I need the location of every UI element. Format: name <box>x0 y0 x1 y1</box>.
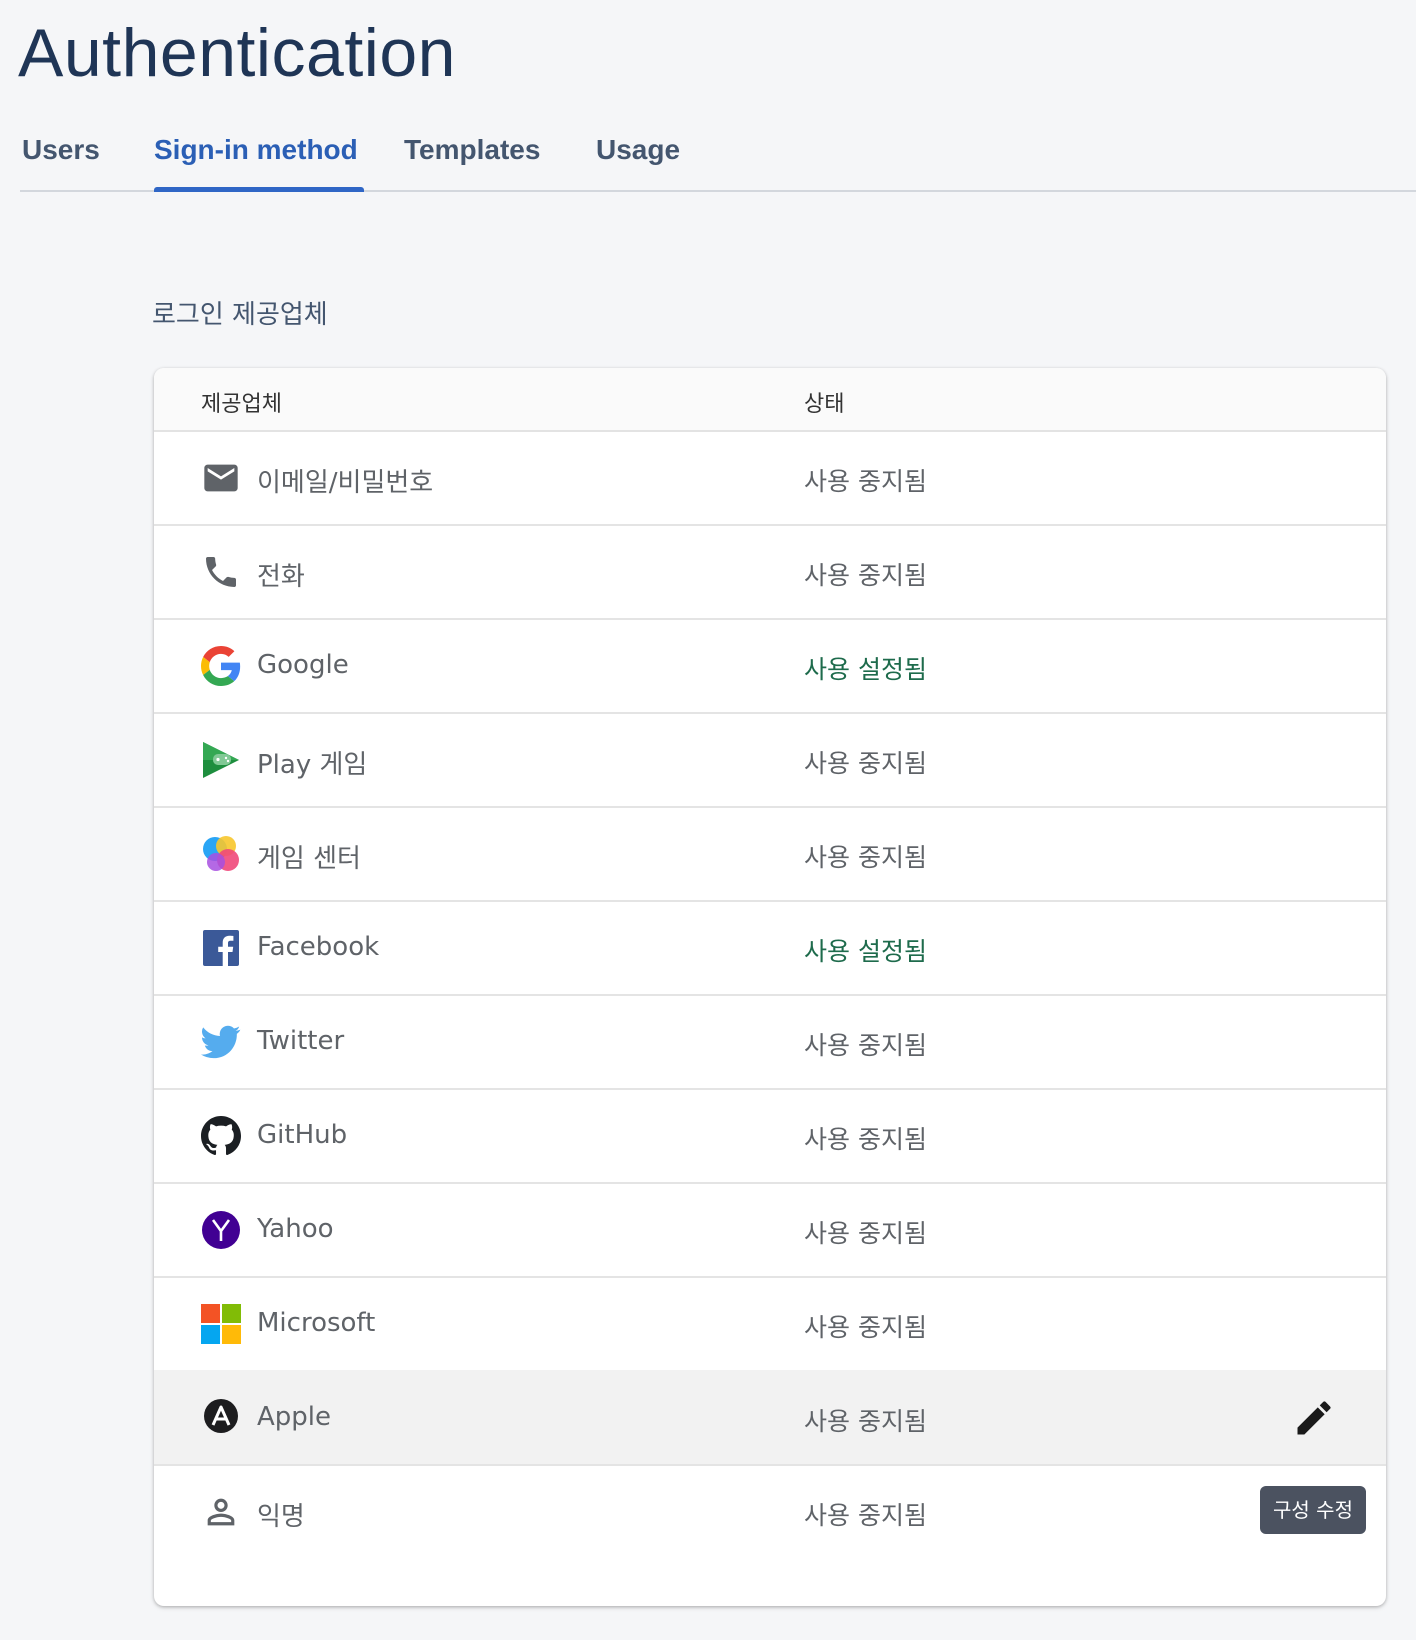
yahoo-icon <box>201 1210 241 1250</box>
tab-usage[interactable]: Usage <box>596 120 680 190</box>
play-games-icon <box>201 740 241 780</box>
status-text: 사용 중지됨 <box>804 1501 927 1530</box>
status-text: 사용 설정됨 <box>804 937 927 966</box>
table-row[interactable]: Google 사용 설정됨 <box>154 618 1386 714</box>
status-text: 사용 중지됨 <box>804 1407 927 1436</box>
provider-name: Twitter <box>257 1026 345 1056</box>
table-row[interactable]: Yahoo 사용 중지됨 <box>154 1182 1386 1278</box>
column-header-provider: 제공업체 <box>201 392 282 417</box>
provider-name: Play 게임 <box>257 750 368 780</box>
provider-name: 익명 <box>257 1502 305 1532</box>
status-text: 사용 중지됨 <box>804 1313 927 1342</box>
active-tab-indicator <box>154 187 364 192</box>
provider-name: Facebook <box>257 932 380 962</box>
table-row[interactable]: Apple 사용 중지됨 <box>154 1370 1386 1466</box>
game-center-icon <box>201 834 241 874</box>
tab-users[interactable]: Users <box>22 120 100 190</box>
table-row[interactable]: Play 게임 사용 중지됨 <box>154 712 1386 808</box>
status-text: 사용 중지됨 <box>804 843 927 872</box>
provider-name: 전화 <box>257 562 305 592</box>
status-text: 사용 중지됨 <box>804 467 927 496</box>
status-text: 사용 설정됨 <box>804 655 927 684</box>
provider-name: Microsoft <box>257 1308 376 1338</box>
page-title: Authentication <box>18 15 456 91</box>
phone-icon <box>201 552 241 592</box>
edit-configuration-button[interactable] <box>1292 1396 1336 1440</box>
table-row[interactable]: 전화 사용 중지됨 <box>154 524 1386 620</box>
provider-name: Apple <box>257 1402 332 1432</box>
provider-name: Yahoo <box>257 1214 334 1244</box>
status-text: 사용 중지됨 <box>804 1125 927 1154</box>
provider-name: 게임 센터 <box>257 844 361 874</box>
google-icon <box>201 646 241 686</box>
github-icon <box>201 1116 241 1156</box>
table-row[interactable]: 게임 센터 사용 중지됨 <box>154 806 1386 902</box>
table-row[interactable]: Microsoft 사용 중지됨 <box>154 1276 1386 1372</box>
table-row[interactable]: 익명 사용 중지됨 구성 수정 <box>154 1464 1386 1560</box>
apple-icon <box>201 1398 241 1438</box>
table-row[interactable]: Facebook 사용 설정됨 <box>154 900 1386 996</box>
facebook-icon <box>201 928 241 968</box>
table-header: 제공업체 상태 <box>154 368 1386 432</box>
edit-configuration-tooltip: 구성 수정 <box>1260 1486 1366 1534</box>
tab-sign-in-method[interactable]: Sign-in method <box>154 120 358 190</box>
status-text: 사용 중지됨 <box>804 1219 927 1248</box>
status-text: 사용 중지됨 <box>804 561 927 590</box>
providers-table: 제공업체 상태 이메일/비밀번호 사용 중지됨 전화 사용 중지됨 Google… <box>154 368 1386 1606</box>
anonymous-icon <box>201 1492 241 1532</box>
provider-name: Google <box>257 650 349 680</box>
pencil-icon <box>1297 1401 1331 1435</box>
provider-name: GitHub <box>257 1120 348 1150</box>
status-text: 사용 중지됨 <box>804 749 927 778</box>
table-row[interactable]: GitHub 사용 중지됨 <box>154 1088 1386 1184</box>
status-text: 사용 중지됨 <box>804 1031 927 1060</box>
table-row[interactable]: Twitter 사용 중지됨 <box>154 994 1386 1090</box>
tab-bar: Users Sign-in method Templates Usage <box>20 120 1416 192</box>
tab-templates[interactable]: Templates <box>404 120 540 190</box>
email-icon <box>201 458 241 498</box>
twitter-icon <box>201 1022 241 1062</box>
column-header-status: 상태 <box>804 392 845 417</box>
microsoft-icon <box>201 1304 241 1344</box>
table-row[interactable]: 이메일/비밀번호 사용 중지됨 <box>154 430 1386 526</box>
provider-name: 이메일/비밀번호 <box>257 468 434 498</box>
section-title: 로그인 제공업체 <box>152 300 328 330</box>
